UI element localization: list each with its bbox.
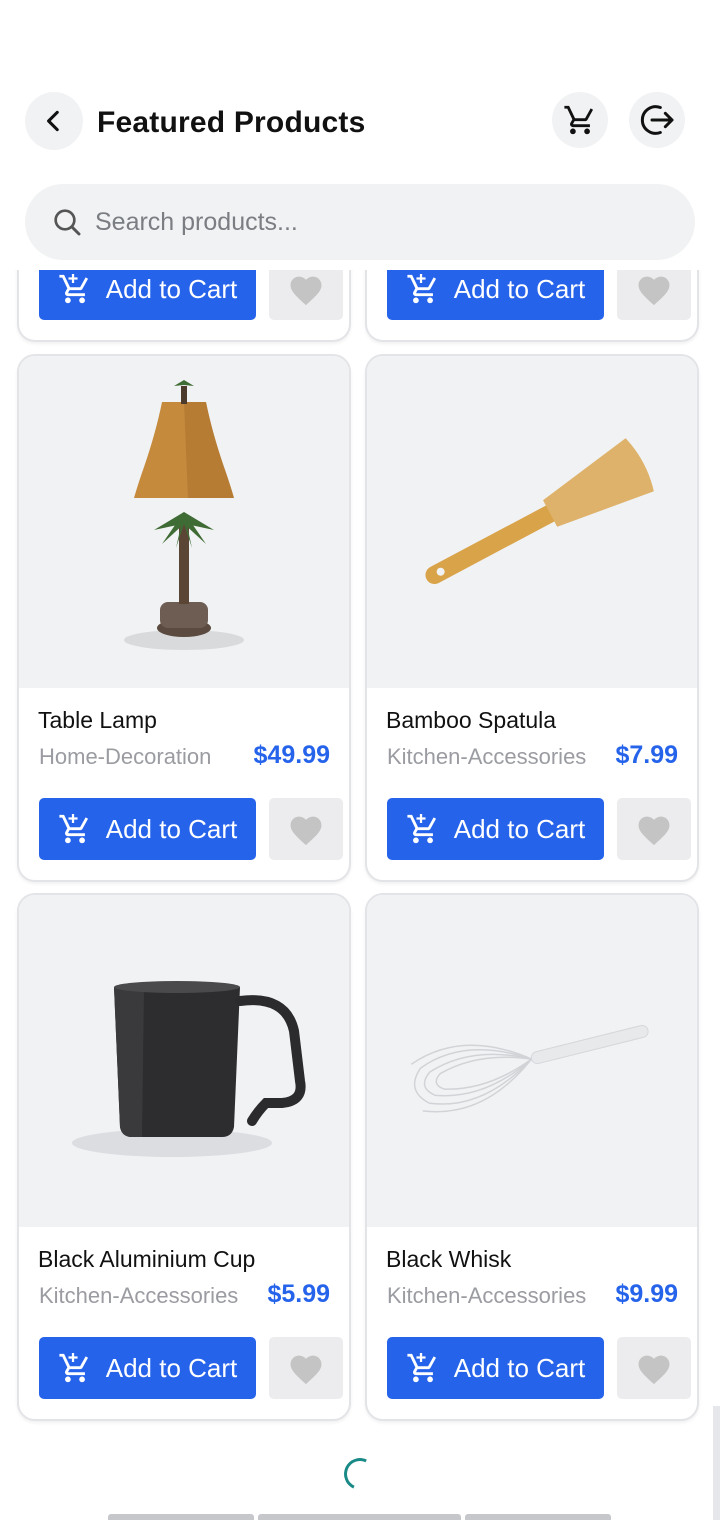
add-to-cart-label: Add to Cart <box>105 813 238 844</box>
cart-icon <box>564 105 594 135</box>
favorite-button[interactable] <box>269 798 343 860</box>
product-card[interactable]: Table Lamp Home-Decoration $49.99 Add to… <box>17 354 351 882</box>
bottom-bar-segment <box>108 1514 254 1520</box>
add-to-cart-label: Add to Cart <box>453 1352 586 1383</box>
product-category: Kitchen-Accessories <box>387 744 587 769</box>
whisk-image <box>367 895 697 1227</box>
product-name: Black Aluminium Cup <box>38 1246 256 1272</box>
product-name: Black Whisk <box>386 1246 512 1272</box>
table-lamp-image <box>19 356 349 688</box>
heart-icon <box>638 276 670 306</box>
product-name: Bamboo Spatula <box>386 707 557 733</box>
search-icon <box>51 206 83 238</box>
add-to-cart-label: Add to Cart <box>453 273 586 304</box>
cart-icon <box>59 813 88 844</box>
scrollbar[interactable] <box>713 1406 720 1520</box>
product-price: $9.99 <box>615 1280 678 1308</box>
cart-icon <box>407 813 436 844</box>
page-title: Featured Products <box>97 106 366 139</box>
add-to-cart-label: Add to Cart <box>105 273 238 304</box>
bamboo-spatula-image <box>367 356 697 688</box>
product-price: $7.99 <box>615 741 678 769</box>
product-name: Table Lamp <box>38 707 157 733</box>
add-to-cart-label: Add to Cart <box>453 813 586 844</box>
favorite-button[interactable] <box>269 1337 343 1399</box>
favorite-button[interactable] <box>617 1337 691 1399</box>
product-price: $49.99 <box>253 741 330 769</box>
bottom-bar-segment <box>465 1514 611 1520</box>
favorite-button[interactable] <box>617 798 691 860</box>
logout-button[interactable] <box>629 92 685 148</box>
heart-icon <box>290 1355 322 1385</box>
product-card[interactable]: Black Aluminium Cup Kitchen-Accessories … <box>17 893 351 1421</box>
loading-spinner <box>339 1453 381 1495</box>
product-card[interactable]: Black Whisk Kitchen-Accessories $9.99 Ad… <box>365 893 699 1421</box>
add-to-cart-button[interactable]: Add to Cart <box>387 1337 604 1399</box>
heart-icon <box>638 1355 670 1385</box>
add-to-cart-button[interactable]: Add to Cart <box>39 798 256 860</box>
cart-icon <box>59 273 88 304</box>
heart-icon <box>290 816 322 846</box>
add-to-cart-button[interactable]: Add to Cart <box>39 1337 256 1399</box>
cart-icon <box>59 1352 88 1383</box>
search-input[interactable] <box>95 207 655 237</box>
cart-button[interactable] <box>552 92 608 148</box>
add-to-cart-button[interactable]: Add to Cart <box>387 798 604 860</box>
search-bar[interactable] <box>25 184 695 260</box>
add-to-cart-label: Add to Cart <box>105 1352 238 1383</box>
heart-icon <box>290 276 322 306</box>
product-price: $5.99 <box>267 1280 330 1308</box>
cart-icon <box>407 1352 436 1383</box>
product-category: Kitchen-Accessories <box>387 1283 587 1308</box>
product-category: Home-Decoration <box>39 744 212 769</box>
chevron-left-icon <box>47 110 59 132</box>
cart-icon <box>407 273 436 304</box>
logout-icon <box>640 105 674 135</box>
bottom-bar-segment <box>258 1514 461 1520</box>
product-category: Kitchen-Accessories <box>39 1283 239 1308</box>
product-card[interactable]: Bamboo Spatula Kitchen-Accessories $7.99… <box>365 354 699 882</box>
back-button[interactable] <box>25 92 83 150</box>
heart-icon <box>638 816 670 846</box>
app-header: Featured Products <box>0 0 720 270</box>
black-cup-image <box>19 895 349 1227</box>
